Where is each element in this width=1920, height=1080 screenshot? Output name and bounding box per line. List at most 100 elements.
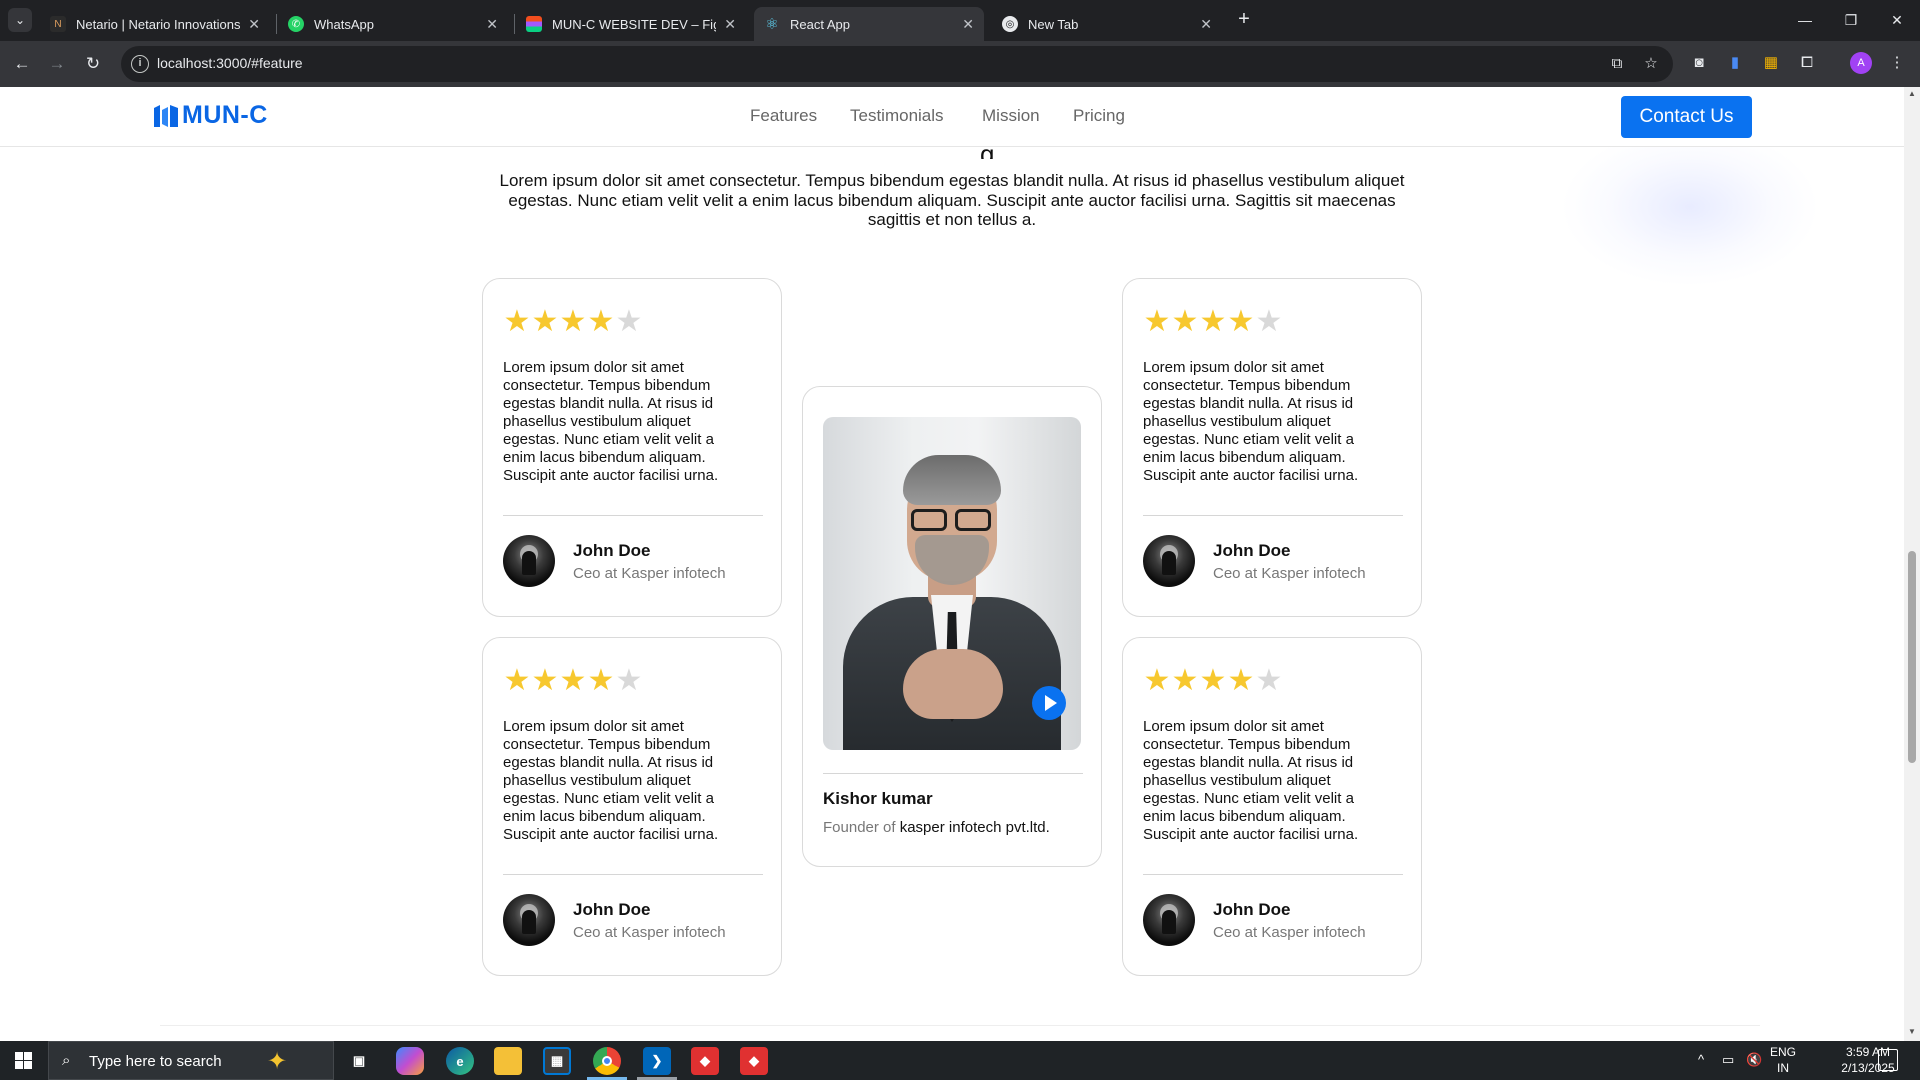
react-icon: ⚛ (765, 16, 779, 33)
nav-features[interactable]: Features (750, 106, 817, 126)
profile-avatar[interactable]: A (1850, 52, 1872, 74)
star-filled-icon: ★ (1227, 664, 1255, 697)
card-divider (503, 515, 763, 516)
close-tab-icon[interactable]: ✕ (724, 16, 736, 33)
tab-separator (514, 14, 515, 34)
review-text: Lorem ipsum dolor sit amet consectetur. … (503, 718, 719, 843)
star-filled-icon: ★ (587, 664, 615, 697)
close-window-icon[interactable]: ✕ (1874, 0, 1920, 40)
new-tab-button[interactable]: + (1234, 8, 1254, 32)
star-empty-icon: ★ (615, 305, 643, 338)
back-icon[interactable]: ← (10, 52, 34, 76)
taskbar-search-box[interactable]: ⌕ Type here to search ✦ (48, 1041, 334, 1080)
tab-react-app[interactable]: ⚛ React App ✕ (754, 7, 984, 41)
forward-icon[interactable]: → (45, 52, 69, 76)
whatsapp-icon: ✆ (288, 16, 304, 32)
anydesk-icon[interactable]: ◆ (740, 1047, 768, 1075)
star-rating: ★ ★ ★ ★ ★ (1143, 307, 1283, 337)
founder-role: Founder of kasper infotech pvt.ltd. (823, 819, 1050, 836)
menu-kebab-icon[interactable]: ⋮ (1886, 52, 1908, 74)
close-tab-icon[interactable]: ✕ (248, 16, 260, 33)
edge-icon[interactable]: e (446, 1047, 474, 1075)
chrome-taskbar-icon[interactable] (593, 1047, 621, 1075)
star-filled-icon: ★ (1199, 305, 1227, 338)
star-filled-icon: ★ (559, 664, 587, 697)
tab-title: React App (790, 16, 850, 32)
star-filled-icon: ★ (587, 305, 615, 338)
star-filled-icon: ★ (531, 305, 559, 338)
star-empty-icon: ★ (1255, 664, 1283, 697)
nav-testimonials[interactable]: Testimonials (850, 106, 944, 126)
camera-extension-icon[interactable]: ◙ (1688, 52, 1710, 74)
address-bar[interactable]: i localhost:3000/#feature ⧉ ☆ (121, 46, 1673, 82)
tab-title: Netario | Netario Innovations P (76, 16, 241, 32)
scrollbar-thumb[interactable] (1908, 551, 1916, 763)
docs-extension-icon[interactable]: ▮ (1724, 52, 1746, 74)
color-picker-extension-icon[interactable]: ▦ (1760, 52, 1782, 74)
star-empty-icon: ★ (615, 664, 643, 697)
extensions-puzzle-icon[interactable]: ⧠ (1796, 52, 1818, 74)
copilot-sparkle-icon[interactable]: ✦ (267, 1047, 287, 1076)
vscode-icon[interactable]: ❯ (643, 1047, 671, 1075)
decorative-glow (1560, 127, 1820, 287)
copilot-icon[interactable] (396, 1047, 424, 1075)
next-section-peek (0, 1025, 1904, 1041)
tab-title: MUN-C WEBSITE DEV – Figma (552, 16, 716, 32)
close-tab-icon[interactable]: ✕ (486, 16, 498, 33)
star-filled-icon: ★ (1171, 305, 1199, 338)
tab-netario[interactable]: N Netario | Netario Innovations P ✕ (40, 7, 270, 41)
testimonials-intro: Lorem ipsum dolor sit amet consectetur. … (499, 171, 1405, 229)
show-hidden-icons-icon[interactable]: ^ (1698, 1052, 1704, 1067)
site-logo[interactable]: MUN-C (152, 101, 268, 130)
minimize-icon[interactable]: — (1782, 0, 1828, 40)
windows-taskbar: ⌕ Type here to search ✦ ▣ e ▦ ❯ ◆ ◆ ^ ▭ … (0, 1041, 1920, 1080)
tab-figma[interactable]: MUN-C WEBSITE DEV – Figma ✕ (516, 7, 746, 41)
nav-mission[interactable]: Mission (982, 106, 1040, 126)
tab-title: WhatsApp (314, 16, 374, 32)
tab-new-tab[interactable]: ◎ New Tab ✕ (992, 7, 1222, 41)
reviewer-avatar (1143, 535, 1195, 587)
page-viewport: g MUN-C Features Testimonials Mission Pr… (0, 87, 1904, 1041)
star-empty-icon: ★ (1255, 305, 1283, 338)
site-info-icon[interactable]: i (131, 55, 149, 73)
close-tab-icon[interactable]: ✕ (1200, 16, 1212, 33)
nav-pricing[interactable]: Pricing (1073, 106, 1125, 126)
card-divider (503, 874, 763, 875)
windows-start-icon[interactable] (0, 1041, 46, 1080)
close-tab-icon[interactable]: ✕ (962, 16, 974, 33)
chrome-icon: ◎ (1002, 16, 1018, 32)
browser-tabstrip: ⌄ N Netario | Netario Innovations P ✕ ✆ … (0, 0, 1920, 41)
testimonial-card: ★ ★ ★ ★ ★ Lorem ipsum dolor sit amet consect… (1122, 637, 1422, 976)
install-app-icon[interactable]: ⧉ (1607, 54, 1627, 74)
reviewer-role: Ceo at Kasper infotech (573, 565, 726, 582)
microsoft-store-icon[interactable]: ▦ (543, 1047, 571, 1075)
file-explorer-icon[interactable] (494, 1047, 522, 1075)
testimonial-card: ★ ★ ★ ★ ★ Lorem ipsum dolor sit amet consect… (482, 278, 782, 617)
url-text[interactable]: localhost:3000/#feature (157, 55, 303, 71)
search-placeholder: Type here to search (89, 1053, 222, 1070)
reviewer-avatar (503, 894, 555, 946)
contact-us-button[interactable]: Contact Us (1621, 96, 1752, 138)
logo-text: MUN-C (182, 101, 268, 129)
notifications-icon[interactable] (1878, 1049, 1898, 1071)
reviewer-name: John Doe (1213, 900, 1291, 919)
tab-search-button[interactable]: ⌄ (8, 8, 32, 32)
bookmark-star-icon[interactable]: ☆ (1641, 54, 1661, 74)
task-view-icon[interactable]: ▣ (345, 1047, 373, 1075)
play-video-icon[interactable] (1032, 686, 1066, 720)
input-language[interactable]: ENG IN (1770, 1044, 1796, 1076)
reviewer-avatar (1143, 894, 1195, 946)
star-filled-icon: ★ (1199, 664, 1227, 697)
restore-icon[interactable]: ❐ (1828, 0, 1874, 40)
reload-icon[interactable]: ↻ (81, 52, 105, 76)
anydesk-icon[interactable]: ◆ (691, 1047, 719, 1075)
tab-whatsapp[interactable]: ✆ WhatsApp ✕ (278, 7, 508, 41)
scroll-down-icon[interactable]: ▼ (1907, 1027, 1917, 1036)
network-icon[interactable]: ▭ (1722, 1052, 1734, 1068)
page-scrollbar[interactable]: ▲ ▼ (1904, 87, 1920, 1041)
site-header: MUN-C Features Testimonials Mission Pric… (0, 87, 1904, 147)
founder-photo[interactable] (823, 417, 1081, 750)
volume-muted-icon[interactable]: 🔇 (1746, 1052, 1762, 1068)
figma-icon (526, 16, 542, 32)
scroll-up-icon[interactable]: ▲ (1907, 89, 1917, 98)
